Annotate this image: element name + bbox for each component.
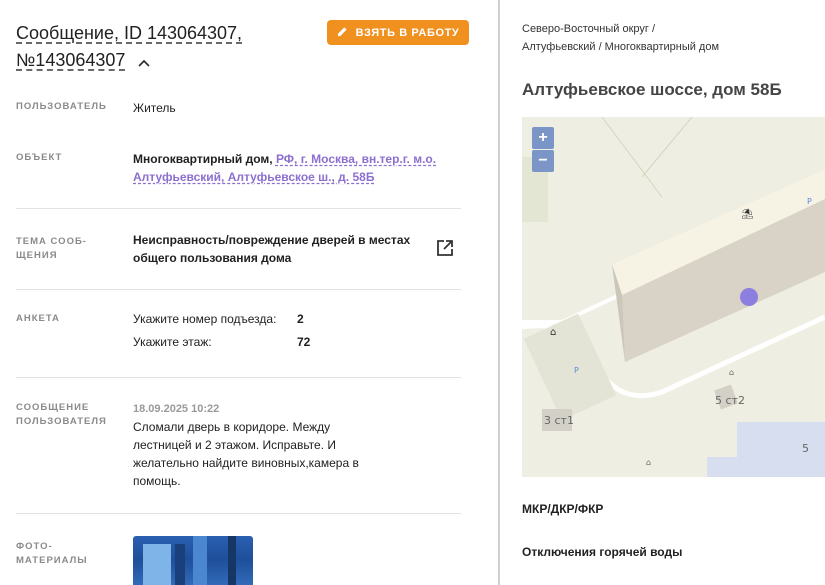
survey-label: АНКЕТА [16, 313, 60, 324]
zoom-in-button[interactable]: + [532, 127, 554, 149]
topic-label: ТЕМА СООБ- ЩЕНИЯ [16, 235, 87, 263]
map-label: P [574, 366, 579, 375]
map-label: 5 ст2 [715, 394, 745, 407]
divider [16, 208, 461, 209]
map-label: 3 ст1 [544, 414, 574, 427]
object-address-title: Алтуфьевское шоссе, дом 58Б [522, 80, 782, 99]
message-text: Сломали дверь в коридоре. Между лестнице… [133, 418, 393, 490]
open-external-icon[interactable] [436, 239, 454, 262]
breadcrumb-line-1: Северо-Восточный округ / [522, 23, 656, 35]
section-mkr[interactable]: МКР/ДКР/ФКР [522, 502, 603, 516]
message-line: Сломали дверь в коридоре. Между [133, 420, 331, 434]
breadcrumb-line-2: Алтуфьевский / Многоквартирный дом [522, 41, 720, 53]
topic-line-2: общего пользования дома [133, 251, 292, 265]
object-type: Многоквартирный дом, [133, 152, 273, 166]
map[interactable]: ⛱ ⌂ ⌂ ⌂ P P 5 ст2 3 ст1 5 + − [522, 117, 825, 477]
topic-label-line-1: ТЕМА СООБ- [16, 236, 87, 247]
survey-a-1: 2 [297, 312, 304, 326]
survey-a-2: 72 [297, 335, 311, 349]
message-label-line-2: ПОЛЬЗОВАТЕЛЯ [16, 416, 107, 427]
zoom-out-button[interactable]: − [532, 150, 554, 172]
divider [16, 513, 461, 514]
map-label: 5 [802, 442, 809, 455]
breadcrumb: Северо-Восточный округ / Алтуфьевский / … [522, 20, 719, 56]
message-label-line-1: СООБЩЕНИЕ [16, 402, 90, 413]
object-label: ОБЪЕКТ [16, 152, 63, 163]
svg-text:⌂: ⌂ [646, 458, 651, 467]
topic-value: Неисправность/повреждение дверей в места… [133, 231, 423, 267]
message-line: желательно найдите виновных,камера в [133, 456, 359, 470]
map-label: P [807, 197, 812, 206]
title-line-1: Сообщение, ID 143064307, [16, 23, 243, 43]
object-panel: Северо-Восточный округ / Алтуфьевский / … [500, 0, 825, 585]
user-label: ПОЛЬЗОВАТЕЛЬ [16, 101, 107, 112]
object-address-link-1[interactable]: РФ, г. Москва, вн.тер.г. м.о. [276, 152, 436, 166]
topic-label-line-2: ЩЕНИЯ [16, 250, 58, 261]
photo-label-line-1: ФОТО- [16, 541, 53, 552]
svg-text:⌂: ⌂ [729, 368, 734, 377]
title-line-2: №143064307 [16, 50, 126, 70]
svg-text:⌂: ⌂ [550, 327, 556, 338]
survey-q-2: Укажите этаж: [133, 335, 212, 349]
message-line: помощь. [133, 474, 181, 488]
user-value: Житель [133, 101, 176, 115]
chevron-up-icon[interactable] [138, 48, 151, 75]
divider [16, 289, 461, 290]
photo-thumbnail[interactable] [133, 536, 253, 585]
take-to-work-button[interactable]: ВЗЯТЬ В РАБОТУ [327, 20, 469, 45]
message-label: СООБЩЕНИЕ ПОЛЬЗОВАТЕЛЯ [16, 401, 107, 429]
object-address-link-2[interactable]: Алтуфьевский, Алтуфьевское ш., д. 58Б [133, 170, 374, 184]
section-hot-water[interactable]: Отключения горячей воды [522, 545, 682, 559]
photo-label-line-2: МАТЕРИАЛЫ [16, 555, 88, 566]
pencil-icon [337, 26, 348, 40]
page-title: Сообщение, ID 143064307, №143064307 [16, 20, 316, 75]
message-line: лестницей и 2 этажом. Исправьте. И [133, 438, 336, 452]
take-button-label: ВЗЯТЬ В РАБОТУ [355, 26, 460, 39]
message-date: 18.09.2025 10:22 [133, 403, 220, 415]
object-value: Многоквартирный дом, РФ, г. Москва, вн.т… [133, 150, 463, 186]
divider [16, 377, 461, 378]
message-panel: Сообщение, ID 143064307, №143064307 ВЗЯТ… [0, 0, 498, 585]
topic-line-1: Неисправность/повреждение дверей в места… [133, 233, 411, 247]
survey-q-1: Укажите номер подъезда: [133, 312, 277, 326]
svg-text:⛱: ⛱ [741, 208, 754, 220]
photo-label: ФОТО- МАТЕРИАЛЫ [16, 540, 88, 568]
